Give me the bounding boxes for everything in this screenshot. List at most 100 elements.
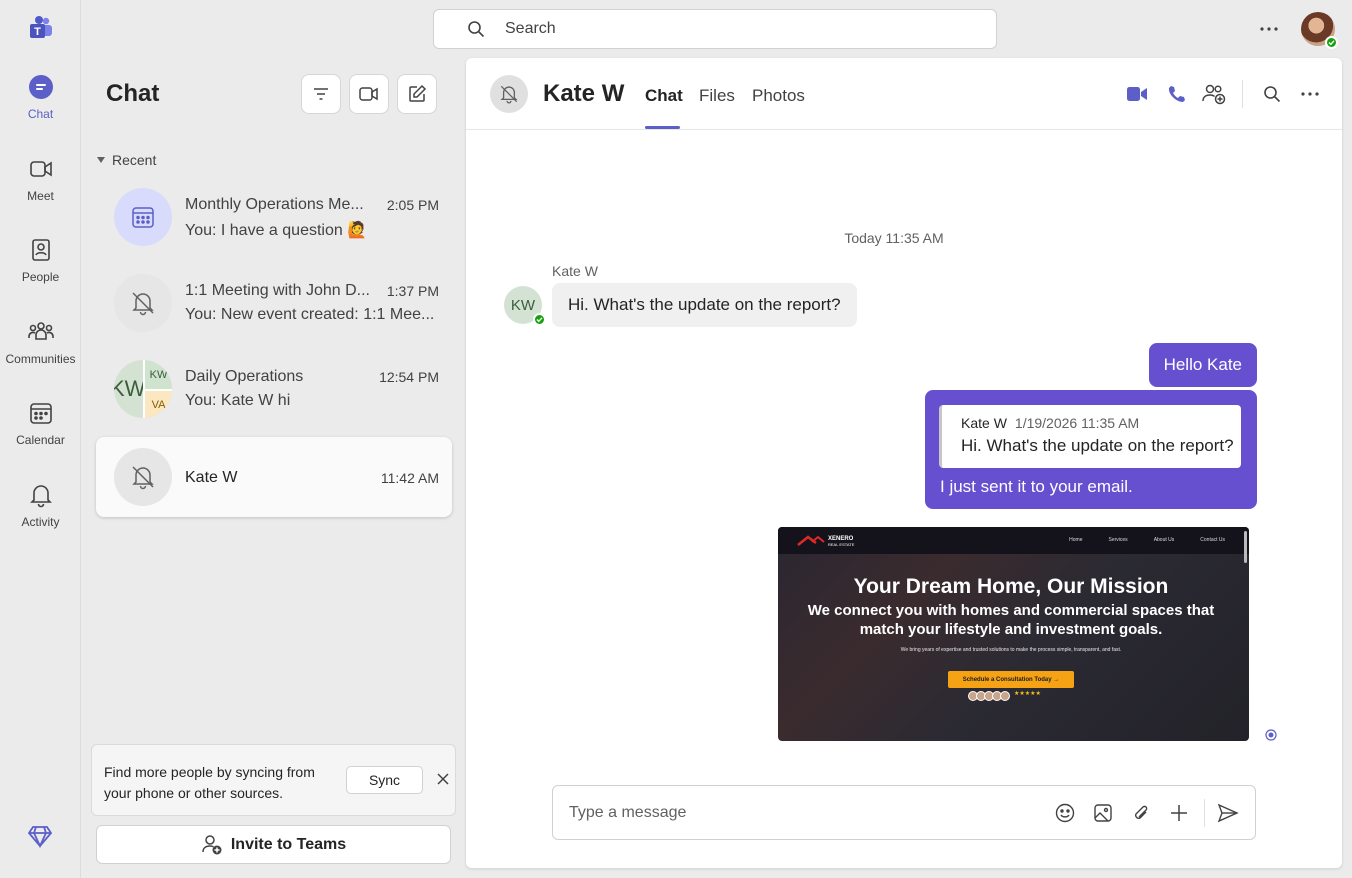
caret-down-icon (97, 157, 105, 163)
chat-name: 1:1 Meeting with John D... (185, 282, 370, 299)
send-button[interactable] (1217, 802, 1239, 824)
calendar-icon (131, 205, 155, 229)
rail-item-communities[interactable]: Communities (0, 318, 81, 388)
compose-icon (407, 84, 427, 104)
outgoing-reply-message[interactable]: Kate W 1/19/2026 11:35 AM Hi. What's the … (925, 390, 1257, 509)
sync-contacts-card: Find more people by syncing from your ph… (91, 744, 456, 816)
composer-divider (1204, 799, 1205, 827)
video-call-button[interactable] (1125, 82, 1149, 106)
sender-avatar[interactable]: KW (504, 286, 546, 326)
muted-avatar (114, 274, 172, 332)
incoming-message[interactable]: Hi. What's the update on the report? (552, 283, 857, 327)
image-attachment[interactable]: XENERO REAL ESTATE Home Services About Us… (778, 527, 1249, 741)
add-people-button[interactable] (1202, 82, 1226, 106)
website-nav: XENERO REAL ESTATE Home Services About Us… (778, 527, 1249, 554)
message-composer[interactable]: Type a message (552, 785, 1256, 840)
tab-files[interactable]: Files (699, 86, 735, 106)
read-receipt-icon (1265, 729, 1277, 741)
presence-available-icon (533, 313, 546, 326)
message-sender: Kate W (552, 263, 598, 279)
meet-now-button[interactable] (349, 74, 389, 114)
invite-to-teams-button[interactable]: Invite to Teams (96, 825, 451, 864)
recent-section-toggle[interactable]: Recent (97, 152, 156, 168)
chat-list-item-kate-w[interactable]: Kate W 11:42 AM (96, 437, 452, 517)
audio-call-button[interactable] (1164, 82, 1188, 106)
close-icon[interactable] (436, 772, 450, 786)
emoji-icon (1055, 803, 1075, 823)
image-icon (1093, 803, 1113, 823)
website-body: We bring years of expertise and trusted … (900, 647, 1122, 653)
conversation-title: Kate W (543, 80, 625, 107)
outgoing-message[interactable]: Hello Kate (1148, 343, 1257, 387)
more-horizontal-icon (1260, 27, 1278, 31)
image-button[interactable] (1092, 802, 1114, 824)
group-avatar-initials: KW (143, 360, 172, 389)
quote-date: 1/19/2026 11:35 AM (1014, 415, 1140, 431)
chat-list-item-monthly-operations[interactable]: Monthly Operations Me... 2:05 PM You: I … (96, 177, 452, 257)
paperclip-icon (1131, 803, 1151, 823)
emoji-button[interactable] (1054, 802, 1076, 824)
rail-item-label: Calendar (16, 433, 65, 447)
search-in-chat-button[interactable] (1260, 82, 1284, 106)
more-horizontal-icon (1301, 92, 1319, 96)
app-rail: T Chat Meet People Communities Calendar (0, 0, 81, 878)
rail-item-chat[interactable]: Chat (0, 73, 81, 143)
chat-time: 11:42 AM (380, 470, 439, 486)
rail-item-label: Communities (5, 352, 76, 366)
bell-off-icon (130, 464, 156, 490)
website-brand: XENERO REAL ESTATE (828, 536, 854, 548)
website-headline: Your Dream Home, Our Mission (853, 575, 1169, 598)
tab-chat[interactable]: Chat (645, 86, 683, 106)
recent-section-label: Recent (112, 152, 157, 168)
group-avatar-initials: VA (143, 389, 172, 418)
teams-logo-icon[interactable]: T (26, 14, 54, 42)
svg-text:T: T (34, 26, 41, 38)
settings-more-button[interactable] (1255, 17, 1283, 41)
quote-meta: Kate W 1/19/2026 11:35 AM (961, 415, 1139, 431)
tab-photos[interactable]: Photos (752, 86, 805, 106)
calendar-icon (27, 399, 55, 427)
communities-icon (27, 318, 55, 346)
bell-icon (27, 481, 55, 509)
more-options-button[interactable] (1298, 82, 1322, 106)
rail-item-meet[interactable]: Meet (0, 155, 81, 225)
filter-button[interactable] (301, 74, 341, 114)
nav-link: Contact Us (1200, 537, 1225, 543)
chat-name: Kate W (185, 469, 238, 486)
avatar-initials: KW (510, 296, 536, 314)
more-actions-button[interactable] (1168, 802, 1190, 824)
group-avatar-initials: KW (114, 376, 146, 401)
chat-list-item-daily-operations[interactable]: KW KW VA Daily Operations 12:54 PM You: … (96, 349, 452, 429)
quote-author: Kate W (961, 415, 1007, 431)
customer-faces (968, 691, 1010, 701)
video-call-icon (1126, 85, 1148, 103)
profile-avatar[interactable] (1301, 12, 1338, 49)
rail-item-people[interactable]: People (0, 236, 81, 306)
rail-item-calendar[interactable]: Calendar (0, 399, 81, 469)
chat-list-item-1on1-meeting[interactable]: 1:1 Meeting with John D... 1:37 PM You: … (96, 263, 452, 343)
people-icon (27, 236, 55, 264)
search-box[interactable]: Search (433, 9, 997, 49)
nav-link: Services (1108, 537, 1128, 543)
contact-avatar[interactable] (490, 75, 528, 113)
sync-button[interactable]: Sync (346, 766, 423, 794)
chat-preview: You: I have a question 🙋 (185, 222, 368, 239)
rating-stars: ★★★★★ (1014, 691, 1041, 697)
search-placeholder: Search (505, 20, 556, 37)
meeting-avatar (114, 188, 172, 246)
presence-available-icon (1325, 36, 1338, 49)
search-icon (467, 20, 485, 38)
rail-item-activity[interactable]: Activity (0, 481, 81, 551)
group-avatar: KW KW VA (114, 360, 172, 418)
quote-text: Hi. What's the update on the report? (961, 436, 1234, 455)
attach-button[interactable] (1130, 802, 1152, 824)
premium-diamond-icon[interactable] (27, 823, 53, 849)
send-icon (1217, 803, 1239, 823)
nav-link: Home (1069, 537, 1083, 543)
quoted-message[interactable]: Kate W 1/19/2026 11:35 AM Hi. What's the … (939, 405, 1241, 468)
day-separator: Today 11:35 AM (466, 230, 1342, 246)
chat-name: Daily Operations (185, 368, 304, 385)
sync-card-text: Find more people by syncing from your ph… (104, 764, 315, 801)
nav-link: About Us (1153, 537, 1175, 543)
new-chat-button[interactable] (397, 74, 437, 114)
